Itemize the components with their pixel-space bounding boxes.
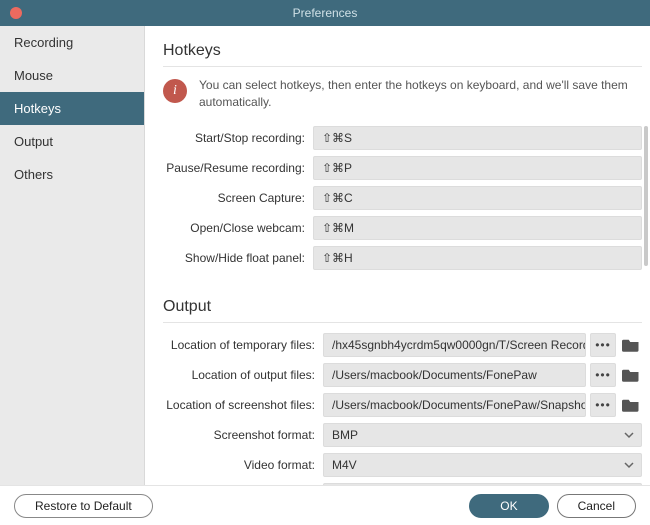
hotkey-field-float-panel[interactable]: ⇧⌘H <box>313 246 642 270</box>
open-folder-icon[interactable] <box>620 363 642 387</box>
hotkeys-section-title: Hotkeys <box>163 42 642 60</box>
hotkey-row-webcam: Open/Close webcam: ⇧⌘M <box>163 216 642 240</box>
hotkey-row-float-panel: Show/Hide float panel: ⇧⌘H <box>163 246 642 270</box>
path-row-temp: Location of temporary files: /hx45sgnbh4… <box>163 333 642 357</box>
footer: Restore to Default OK Cancel <box>0 485 650 525</box>
select-row-video-format: Video format: M4V <box>163 453 642 477</box>
hotkey-field-screen-capture[interactable]: ⇧⌘C <box>313 186 642 210</box>
select-video-codec[interactable]: H264 <box>323 483 642 485</box>
title-bar: Preferences <box>0 0 650 26</box>
hotkeys-info-text: You can select hotkeys, then enter the h… <box>199 77 642 112</box>
path-row-screenshot: Location of screenshot files: /Users/mac… <box>163 393 642 417</box>
window-close-button[interactable] <box>10 7 22 19</box>
chevron-down-icon <box>623 429 635 441</box>
path-field-output[interactable]: /Users/macbook/Documents/FonePaw <box>323 363 586 387</box>
path-label: Location of temporary files: <box>163 338 323 352</box>
path-field-screenshot[interactable]: /Users/macbook/Documents/FonePaw/Snapsho… <box>323 393 586 417</box>
path-label: Location of output files: <box>163 368 323 382</box>
hotkey-label: Open/Close webcam: <box>163 221 313 235</box>
hotkey-field-pause-resume[interactable]: ⇧⌘P <box>313 156 642 180</box>
hotkeys-info: i You can select hotkeys, then enter the… <box>163 77 642 112</box>
open-folder-icon[interactable] <box>620 333 642 357</box>
hotkey-field-start-stop[interactable]: ⇧⌘S <box>313 126 642 150</box>
path-label: Location of screenshot files: <box>163 398 323 412</box>
hotkey-label: Screen Capture: <box>163 191 313 205</box>
output-section-title: Output <box>163 298 642 316</box>
sidebar-item-hotkeys[interactable]: Hotkeys <box>0 92 144 125</box>
select-screenshot-format[interactable]: BMP <box>323 423 642 447</box>
select-value: M4V <box>332 458 357 472</box>
select-row-screenshot-format: Screenshot format: BMP <box>163 423 642 447</box>
browse-button-screenshot[interactable]: ••• <box>590 393 616 417</box>
select-label: Screenshot format: <box>163 428 323 442</box>
scroll-area[interactable]: Hotkeys i You can select hotkeys, then e… <box>145 26 642 485</box>
path-field-temp[interactable]: /hx45sgnbh4ycrdm5qw0000gn/T/Screen Recor… <box>323 333 586 357</box>
select-row-video-codec: Video codec: H264 <box>163 483 642 485</box>
cancel-button[interactable]: Cancel <box>557 494 636 518</box>
divider <box>163 66 642 67</box>
chevron-down-icon <box>623 459 635 471</box>
browse-button-output[interactable]: ••• <box>590 363 616 387</box>
sidebar-item-output[interactable]: Output <box>0 125 144 158</box>
window-title: Preferences <box>293 6 358 20</box>
select-value: BMP <box>332 428 358 442</box>
sidebar-item-mouse[interactable]: Mouse <box>0 59 144 92</box>
ok-button[interactable]: OK <box>469 494 548 518</box>
hotkey-row-start-stop: Start/Stop recording: ⇧⌘S <box>163 126 642 150</box>
hotkey-field-webcam[interactable]: ⇧⌘M <box>313 216 642 240</box>
select-label: Video format: <box>163 458 323 472</box>
select-video-format[interactable]: M4V <box>323 453 642 477</box>
restore-default-button[interactable]: Restore to Default <box>14 494 153 518</box>
hotkey-label: Start/Stop recording: <box>163 131 313 145</box>
hotkey-row-screen-capture: Screen Capture: ⇧⌘C <box>163 186 642 210</box>
hotkey-label: Pause/Resume recording: <box>163 161 313 175</box>
info-icon: i <box>163 79 187 103</box>
sidebar-item-recording[interactable]: Recording <box>0 26 144 59</box>
scrollbar-thumb[interactable] <box>644 126 648 266</box>
browse-button-temp[interactable]: ••• <box>590 333 616 357</box>
sidebar-item-others[interactable]: Others <box>0 158 144 191</box>
path-row-output: Location of output files: /Users/macbook… <box>163 363 642 387</box>
hotkey-row-pause-resume: Pause/Resume recording: ⇧⌘P <box>163 156 642 180</box>
hotkey-label: Show/Hide float panel: <box>163 251 313 265</box>
divider <box>163 322 642 323</box>
open-folder-icon[interactable] <box>620 393 642 417</box>
content-area: Hotkeys i You can select hotkeys, then e… <box>145 26 650 485</box>
sidebar: Recording Mouse Hotkeys Output Others <box>0 26 145 485</box>
